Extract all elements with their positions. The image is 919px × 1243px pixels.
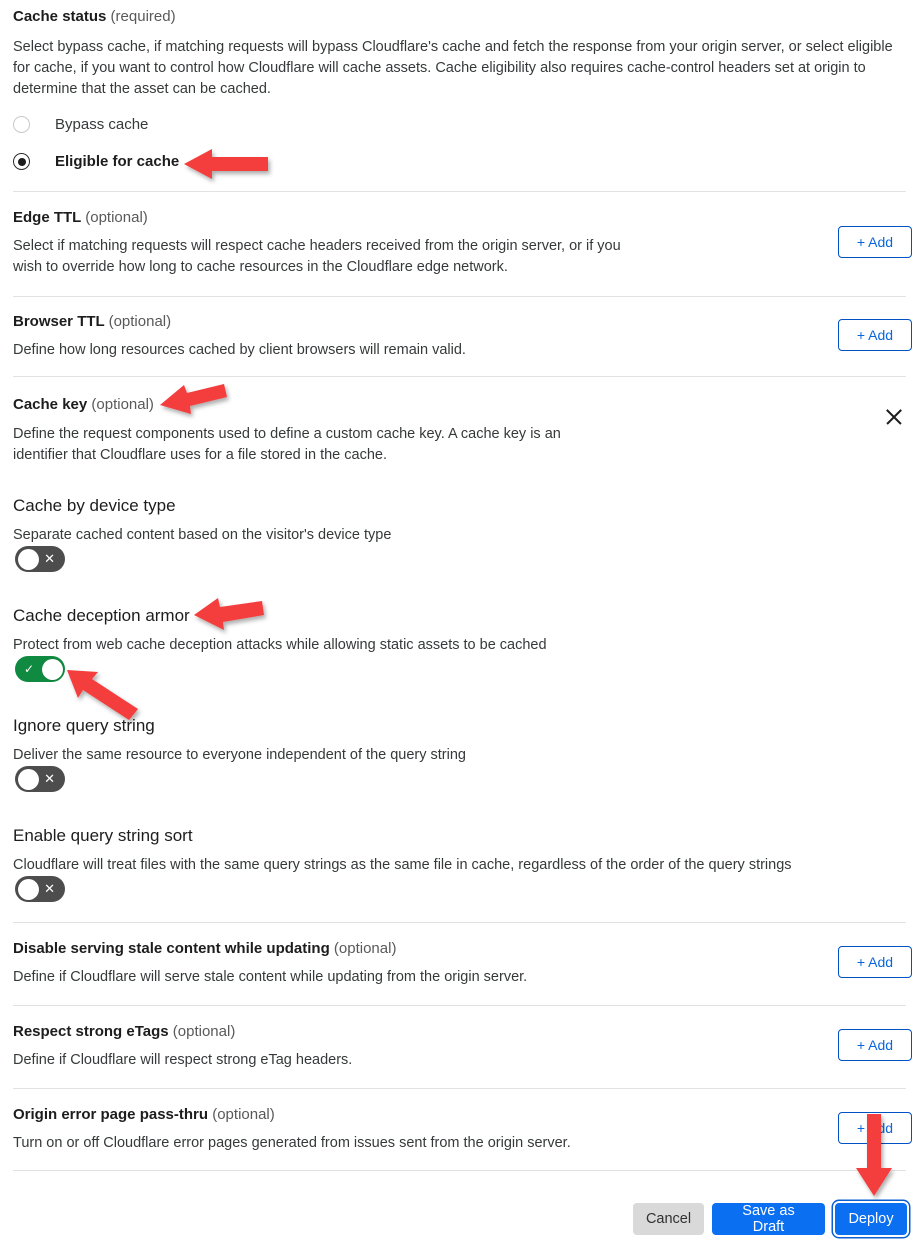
browser-ttl-qualifier: (optional) — [108, 313, 172, 330]
divider-after-etags — [13, 1088, 906, 1089]
cache-deception-armor-description: Protect from web cache deception attacks… — [13, 637, 547, 653]
cache-status-title-text: Cache status — [13, 8, 107, 25]
edge-ttl-title: Edge TTL (optional) — [13, 208, 148, 228]
radio-eligible-for-cache-label: Eligible for cache — [55, 153, 180, 170]
disable-stale-content-qualifier: (optional) — [333, 940, 397, 957]
cache-deception-armor-title: Cache deception armor — [13, 606, 190, 625]
respect-strong-etags-add-button[interactable]: + Add — [838, 1029, 912, 1061]
origin-error-page-qualifier: (optional) — [212, 1106, 275, 1123]
cache-status-qualifier: (required) — [110, 8, 176, 25]
cache-key-description: Define the request components used to de… — [13, 426, 561, 463]
save-as-draft-button[interactable]: Save as Draft — [712, 1203, 825, 1235]
browser-ttl-description: Define how long resources cached by clie… — [13, 342, 466, 358]
radio-bypass-cache-icon[interactable] — [13, 116, 30, 133]
respect-strong-etags-qualifier: (optional) — [172, 1023, 236, 1040]
deploy-button[interactable]: Deploy — [835, 1203, 907, 1235]
cache-status-title: Cache status (required) — [13, 7, 176, 27]
radio-option-eligible-for-cache[interactable]: Eligible for cache — [13, 153, 179, 170]
divider-after-query-string-sort — [13, 922, 906, 923]
radio-option-bypass-cache[interactable]: Bypass cache — [13, 116, 148, 133]
respect-strong-etags-title-text: Respect strong eTags — [13, 1023, 169, 1040]
cache-key-title: Cache key (optional) — [13, 395, 154, 415]
cache-key-qualifier: (optional) — [91, 396, 154, 413]
edge-ttl-title-text: Edge TTL — [13, 209, 82, 226]
radio-eligible-for-cache-icon[interactable] — [13, 153, 30, 170]
toggle-off-icon: ✕ — [44, 551, 55, 567]
ignore-query-string-toggle[interactable]: ✕ — [15, 766, 65, 792]
radio-bypass-cache-label: Bypass cache — [55, 116, 149, 133]
cache-by-device-type-toggle[interactable]: ✕ — [15, 546, 65, 572]
arrow-cache-deception-armor-toggle — [64, 664, 142, 722]
toggle-knob — [41, 658, 63, 680]
cache-by-device-type-title: Cache by device type — [13, 496, 176, 515]
enable-query-string-sort-description: Cloudflare will treat files with the sam… — [13, 857, 792, 873]
toggle-knob — [17, 768, 39, 790]
divider-after-edge-ttl — [13, 296, 906, 297]
disable-stale-content-title-text: Disable serving stale content while upda… — [13, 940, 330, 957]
arrow-cache-key — [158, 383, 228, 417]
browser-ttl-title: Browser TTL (optional) — [13, 312, 171, 332]
divider-after-browser-ttl — [13, 376, 906, 377]
divider-before-footer — [13, 1170, 906, 1171]
origin-error-page-add-button[interactable]: + Add — [838, 1112, 912, 1144]
divider-after-cache-status — [13, 191, 906, 192]
cache-key-title-text: Cache key — [13, 396, 88, 413]
cache-rule-settings-panel: Cache status (required) Select bypass ca… — [0, 0, 919, 1243]
disable-stale-content-description: Define if Cloudflare will serve stale co… — [13, 969, 528, 985]
ignore-query-string-description: Deliver the same resource to everyone in… — [13, 747, 466, 763]
toggle-off-icon: ✕ — [44, 881, 55, 897]
edge-ttl-add-button[interactable]: + Add — [838, 226, 912, 258]
browser-ttl-add-button[interactable]: + Add — [838, 319, 912, 351]
arrow-eligible-for-cache — [182, 146, 270, 182]
enable-query-string-sort-toggle[interactable]: ✕ — [15, 876, 65, 902]
cancel-button[interactable]: Cancel — [633, 1203, 704, 1235]
enable-query-string-sort-title: Enable query string sort — [13, 826, 193, 845]
origin-error-page-title: Origin error page pass-thru (optional) — [13, 1105, 275, 1125]
cache-status-description: Select bypass cache, if matching request… — [13, 39, 893, 97]
toggle-knob — [17, 878, 39, 900]
cache-by-device-type-description: Separate cached content based on the vis… — [13, 527, 392, 543]
cache-deception-armor-toggle[interactable]: ✓ — [15, 656, 65, 682]
toggle-on-icon: ✓ — [24, 662, 35, 676]
origin-error-page-title-text: Origin error page pass-thru — [13, 1106, 209, 1123]
disable-stale-content-title: Disable serving stale content while upda… — [13, 939, 396, 959]
ignore-query-string-title: Ignore query string — [13, 716, 155, 735]
toggle-knob — [17, 548, 39, 570]
respect-strong-etags-description: Define if Cloudflare will respect strong… — [13, 1052, 353, 1068]
respect-strong-etags-title: Respect strong eTags (optional) — [13, 1022, 235, 1042]
disable-stale-content-add-button[interactable]: + Add — [838, 946, 912, 978]
edge-ttl-description: Select if matching requests will respect… — [13, 238, 621, 275]
close-icon[interactable] — [883, 406, 905, 428]
browser-ttl-title-text: Browser TTL — [13, 313, 105, 330]
edge-ttl-qualifier: (optional) — [85, 209, 148, 226]
divider-after-stale-content — [13, 1005, 906, 1006]
toggle-off-icon: ✕ — [44, 771, 55, 787]
origin-error-page-description: Turn on or off Cloudflare error pages ge… — [13, 1135, 571, 1151]
arrow-cache-deception-armor-title — [192, 596, 266, 632]
